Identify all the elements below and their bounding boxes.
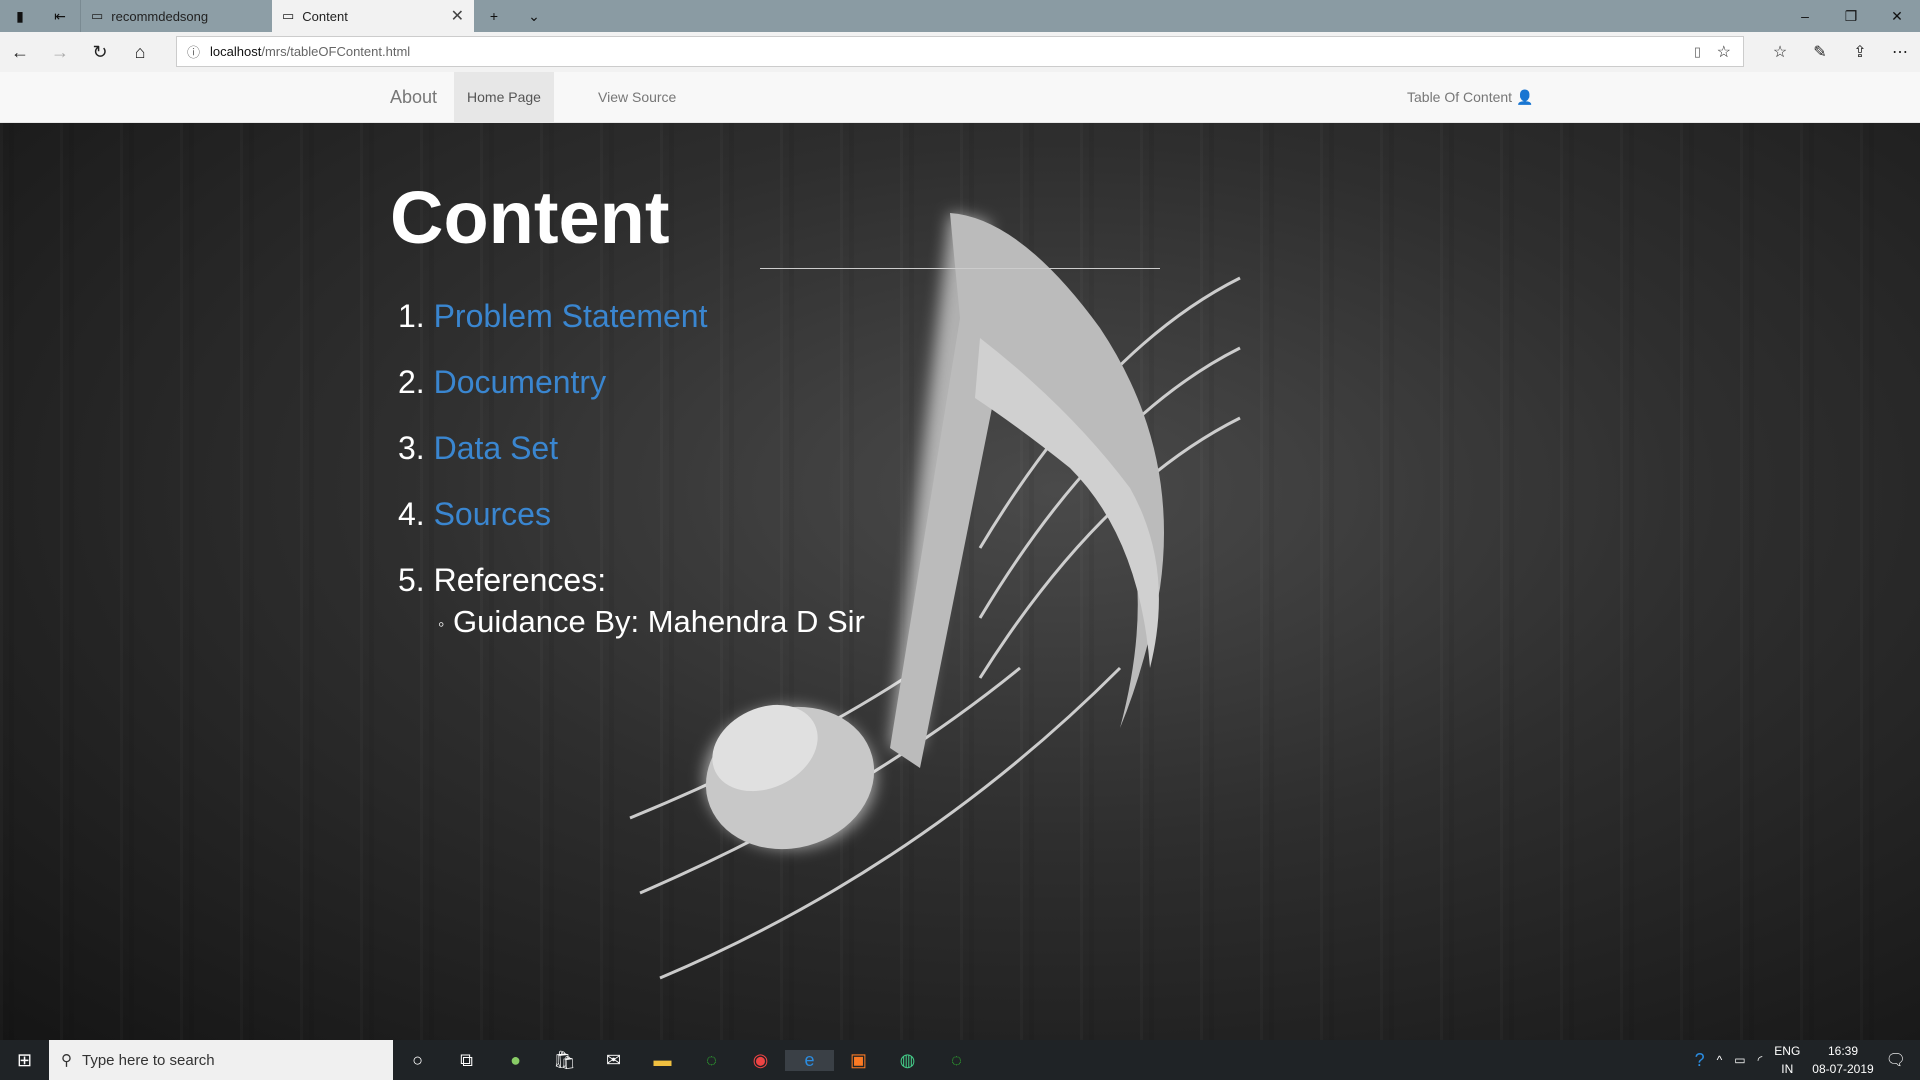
user-plus-icon: 👤 (1515, 89, 1534, 105)
notifications-icon[interactable]: 🗨 (1886, 1050, 1906, 1070)
cortana-icon[interactable]: ○ (393, 1050, 442, 1071)
page-icon: ▭ (91, 8, 104, 23)
taskbar-search[interactable]: ⚲ Type here to search (49, 1040, 393, 1080)
divider (760, 268, 1160, 269)
edge-icon[interactable]: e (785, 1049, 834, 1071)
tab-bar: ▮ ⇤ ▭ recommdedsong ▭ Content ✕ + ⌄ – ❐ ✕ (0, 0, 1920, 32)
url-input[interactable]: ⓘ localhost/mrs/tableOFContent.html ▯ ☆ (176, 36, 1744, 67)
main-content: Content 1. Problem Statement 2. Document… (0, 123, 1920, 1040)
file-explorer-icon[interactable]: ▬ (638, 1050, 687, 1071)
star-icon[interactable]: ☆ (1717, 42, 1731, 62)
list-item: 4. Sources (398, 496, 551, 532)
address-bar: ← → ↻ ⌂ ⓘ localhost/mrs/tableOFContent.ht… (0, 32, 1920, 72)
app-icon[interactable]: ● (491, 1050, 540, 1071)
info-icon: ⓘ (187, 45, 201, 60)
tab-content[interactable]: ▭ Content ✕ (272, 0, 474, 32)
battery-icon[interactable]: ▭ (1734, 1053, 1745, 1067)
help-icon[interactable]: ? (1695, 1050, 1705, 1071)
forward-icon[interactable]: → (40, 42, 80, 63)
restore-icon[interactable]: ❐ (1828, 8, 1874, 25)
link-sources[interactable]: Sources (434, 496, 551, 532)
taskbar: ⊞ ⚲ Type here to search ○ ⧉ ● 🛍 ✉ ▬ ◌ ◉ e… (0, 1040, 1920, 1080)
home-icon[interactable]: ⌂ (120, 42, 160, 63)
store-icon[interactable]: 🛍 (540, 1050, 589, 1071)
wifi-icon[interactable]: ◜ (1758, 1053, 1763, 1067)
refresh-icon[interactable]: ↻ (80, 42, 120, 63)
list-item: 3. Data Set (398, 430, 559, 466)
app-loader-icon[interactable]: ◌ (932, 1050, 981, 1071)
link-documentry[interactable]: Documentry (434, 364, 607, 400)
share-icon[interactable]: ⇪ (1840, 42, 1880, 62)
app-loader-icon[interactable]: ◌ (687, 1050, 736, 1071)
search-icon: ⚲ (61, 1052, 72, 1069)
set-aside-tabs-icon[interactable]: ⇤ (40, 8, 80, 25)
chevron-up-icon[interactable]: ^ (1717, 1053, 1723, 1067)
close-window-icon[interactable]: ✕ (1874, 8, 1920, 25)
new-tab-icon[interactable]: + (474, 8, 514, 24)
app-globe-icon[interactable]: ◍ (883, 1050, 932, 1071)
link-data-set[interactable]: Data Set (434, 430, 559, 466)
nav-home[interactable]: Home Page (454, 72, 554, 122)
nav-about[interactable]: About (390, 72, 437, 122)
back-icon[interactable]: ← (0, 42, 40, 63)
tab-recommdedsong[interactable]: ▭ recommdedsong (80, 0, 272, 32)
list-item: 1. Problem Statement (398, 298, 708, 334)
close-tab-icon[interactable]: ✕ (451, 6, 464, 26)
sub-list-item: ◦ Guidance By: Mahendra D Sir (438, 604, 865, 639)
mail-icon[interactable]: ✉ (589, 1050, 638, 1071)
favorites-icon[interactable]: ☆ (1760, 42, 1800, 62)
site-navbar: About Home Page View Source Table Of Con… (0, 72, 1920, 123)
page-icon: ▭ (282, 8, 295, 23)
chrome-icon[interactable]: ◉ (736, 1050, 785, 1071)
chevron-down-icon[interactable]: ⌄ (514, 8, 554, 25)
list-item: 2. Documentry (398, 364, 607, 400)
clock[interactable]: 16:39 08-07-2019 (1812, 1042, 1873, 1078)
more-icon[interactable]: ⋯ (1880, 42, 1920, 62)
link-problem-statement[interactable]: Problem Statement (434, 298, 708, 334)
content-list: 1. Problem Statement 2. Documentry 3. Da… (398, 283, 865, 655)
windows-start-icon[interactable]: ⊞ (0, 1050, 49, 1071)
nav-table-of-content[interactable]: Table Of Content 👤 (1407, 72, 1533, 122)
tab-actions-icon[interactable]: ▮ (0, 8, 40, 25)
page-title: Content (390, 176, 670, 259)
language-indicator[interactable]: ENG IN (1774, 1042, 1800, 1078)
task-view-icon[interactable]: ⧉ (442, 1050, 491, 1071)
pen-icon[interactable]: ✎ (1800, 42, 1840, 62)
nav-view-source[interactable]: View Source (598, 72, 676, 122)
reading-view-icon[interactable]: ▯ (1694, 44, 1701, 60)
minimize-icon[interactable]: – (1782, 8, 1828, 25)
xampp-icon[interactable]: ▣ (834, 1050, 883, 1071)
